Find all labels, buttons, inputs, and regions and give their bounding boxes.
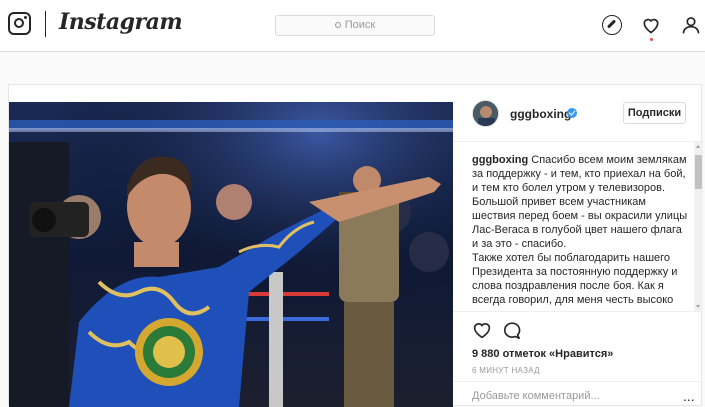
following-button[interactable]: Подписки — [623, 102, 686, 124]
scrollbar-thumb[interactable] — [695, 155, 702, 189]
post-timestamp[interactable]: 6 МИНУТ НАЗАД — [472, 366, 540, 375]
instagram-wordmark[interactable]: Instagram — [59, 9, 183, 35]
logo-divider — [45, 11, 46, 37]
post-card: gggboxing Подписки gggboxing Спасибо все… — [8, 84, 703, 407]
like-heart-icon[interactable] — [472, 321, 492, 339]
post-header: gggboxing Подписки — [453, 85, 703, 142]
caption-scrollbar[interactable] — [694, 142, 703, 311]
boxer-photo-illustration — [9, 102, 453, 407]
comment-row: Добавьте комментарий... ... — [453, 381, 703, 407]
comment-input[interactable]: Добавьте комментарий... — [472, 390, 600, 402]
heart-icon[interactable] — [641, 15, 661, 35]
comment-bubble-icon[interactable] — [501, 321, 521, 339]
avatar[interactable] — [472, 100, 499, 127]
person-icon[interactable] — [681, 15, 701, 35]
likes-count[interactable]: 9 880 отметок «Нравится» — [472, 348, 613, 360]
verified-badge-icon — [567, 108, 577, 118]
caption-scroll-area[interactable]: gggboxing Спасибо всем моим землякам за … — [453, 142, 703, 312]
search-placeholder: Поиск — [344, 19, 376, 31]
caption-line: gggboxing Спасибо всем моим землякам за … — [472, 153, 690, 195]
caption-line: Также хотел бы поблагодарить нашего През… — [472, 252, 678, 306]
instagram-camera-icon[interactable] — [8, 12, 31, 35]
compass-icon[interactable] — [602, 15, 622, 35]
search-input[interactable]: Поиск — [275, 15, 435, 36]
post-username[interactable]: gggboxing — [510, 107, 571, 121]
top-navigation-bar: Instagram Поиск — [0, 0, 705, 52]
more-options-icon[interactable]: ... — [683, 388, 695, 404]
caption-username[interactable]: gggboxing — [472, 154, 528, 166]
scroll-up-arrow-icon[interactable] — [696, 145, 700, 148]
scroll-down-arrow-icon[interactable] — [696, 305, 700, 308]
search-icon — [334, 22, 341, 28]
post-sidebar: gggboxing Подписки gggboxing Спасибо все… — [453, 85, 703, 407]
post-caption: gggboxing Спасибо всем моим землякам за … — [472, 153, 690, 307]
post-photo[interactable] — [9, 102, 453, 407]
caption-line: Большой привет всем участникам шествия п… — [472, 196, 688, 250]
notification-dot — [650, 38, 653, 41]
